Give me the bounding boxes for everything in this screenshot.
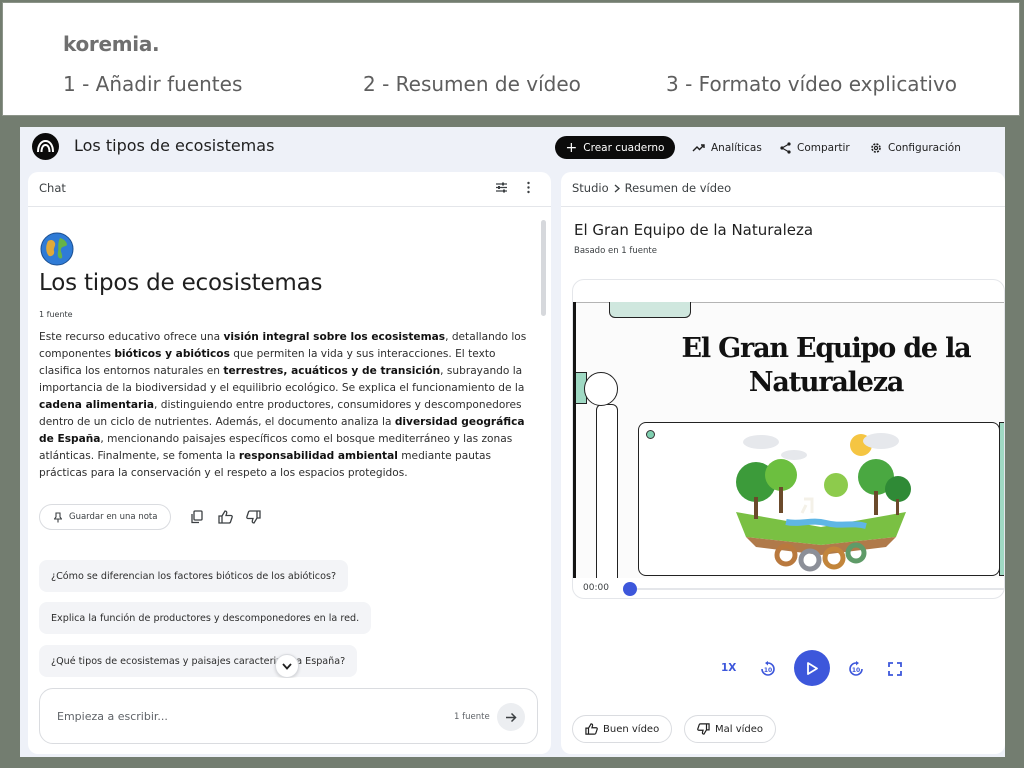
seek-track[interactable] bbox=[637, 588, 1004, 590]
studio-panel: Studio Resumen de vídeo El Gran Equipo d… bbox=[561, 172, 1005, 754]
play-icon bbox=[807, 661, 818, 675]
slide-decoration bbox=[609, 302, 691, 318]
suggested-question[interactable]: Explica la función de productores y desc… bbox=[39, 602, 372, 634]
notebook-title[interactable]: Los tipos de ecosistemas bbox=[74, 136, 274, 155]
video-timeline[interactable]: 00:00 bbox=[573, 578, 1004, 598]
thumb-down-icon[interactable] bbox=[246, 510, 261, 524]
settings-label: Configuración bbox=[888, 141, 961, 154]
slide-decoration bbox=[584, 372, 618, 406]
video-title: El Gran Equipo de la Naturaleza bbox=[574, 221, 814, 239]
create-notebook-label: Crear cuaderno bbox=[583, 141, 665, 154]
scroll-down-button[interactable] bbox=[275, 654, 299, 678]
globe-icon bbox=[40, 232, 74, 266]
brand-logo-text: koremia. bbox=[63, 32, 160, 56]
bad-video-label: Mal vídeo bbox=[715, 723, 764, 735]
summary-highlight: responsabilidad ambiental bbox=[238, 450, 398, 462]
summary-text: Este recurso educativo ofrece una bbox=[39, 331, 224, 343]
save-note-button[interactable]: Guardar en una nota bbox=[39, 504, 171, 530]
notebook-app-window: Los tipos de ecosistemas + Crear cuadern… bbox=[20, 127, 1005, 757]
create-notebook-button[interactable]: + Crear cuaderno bbox=[555, 136, 675, 159]
source-summary: Este recurso educativo ofrece una visión… bbox=[39, 329, 529, 482]
forward-10-icon[interactable]: 10 bbox=[848, 661, 864, 677]
summary-highlight: cadena alimentaria bbox=[39, 399, 154, 411]
source-count: 1 fuente bbox=[39, 310, 73, 319]
instructions-banner: koremia. 1 - Añadir fuentes 2 - Resumen … bbox=[2, 2, 1020, 116]
analytics-label: Analíticas bbox=[711, 141, 762, 154]
svg-text:10: 10 bbox=[852, 667, 860, 674]
notebooklm-logo-icon[interactable] bbox=[32, 133, 59, 160]
chat-source-title: Los tipos de ecosistemas bbox=[39, 270, 323, 296]
more-vert-icon[interactable] bbox=[526, 181, 531, 194]
good-video-button[interactable]: Buen vídeo bbox=[572, 715, 673, 743]
breadcrumb: Studio Resumen de vídeo bbox=[572, 181, 731, 195]
summary-highlight: bióticos y abióticos bbox=[114, 348, 230, 360]
share-label: Compartir bbox=[797, 141, 850, 154]
chat-scrollbar[interactable] bbox=[541, 220, 546, 316]
good-video-label: Buen vídeo bbox=[603, 723, 660, 735]
top-bar: Los tipos de ecosistemas + Crear cuadern… bbox=[20, 127, 1005, 169]
step-explainer-format: 3 - Formato vídeo explicativo bbox=[666, 72, 958, 96]
breadcrumb-studio[interactable]: Studio bbox=[572, 181, 609, 195]
slide-decoration bbox=[999, 422, 1004, 576]
share-button[interactable]: Compartir bbox=[780, 136, 850, 159]
chevron-down-icon bbox=[282, 662, 292, 670]
current-time: 00:00 bbox=[583, 583, 609, 593]
summary-highlight: terrestres, acuáticos y de transición bbox=[223, 365, 441, 377]
suggested-question[interactable]: ¿Qué tipos de ecosistemas y paisajes car… bbox=[39, 645, 358, 677]
studio-header: Studio Resumen de vídeo bbox=[561, 172, 1005, 207]
plus-icon: + bbox=[565, 139, 578, 156]
rewind-10-icon[interactable]: 10 bbox=[760, 661, 776, 677]
save-note-label: Guardar en una nota bbox=[69, 512, 158, 522]
chevron-right-icon bbox=[614, 183, 620, 193]
seek-handle[interactable] bbox=[623, 582, 637, 596]
slide-decoration bbox=[596, 404, 618, 578]
share-icon bbox=[780, 141, 791, 154]
sliders-icon[interactable] bbox=[495, 181, 508, 194]
chat-header: Chat bbox=[28, 172, 551, 207]
gear-icon bbox=[871, 142, 881, 153]
suggested-question[interactable]: ¿Cómo se diferencian los factores biótic… bbox=[39, 560, 349, 592]
summary-highlight: visión integral sobre los ecosistemas bbox=[223, 331, 446, 343]
chat-label: Chat bbox=[39, 181, 66, 195]
step-video-summary: 2 - Resumen de vídeo bbox=[363, 72, 581, 96]
thumb-up-icon bbox=[585, 723, 598, 735]
playback-speed-button[interactable]: 1X bbox=[721, 662, 736, 674]
thumb-down-icon bbox=[697, 723, 710, 735]
composer-source-count: 1 fuente bbox=[454, 712, 490, 722]
arrow-right-icon bbox=[506, 712, 517, 722]
video-player[interactable]: El Gran Equipo de la Naturaleza 00:00 bbox=[572, 279, 1005, 599]
thumb-up-icon[interactable] bbox=[218, 510, 233, 524]
trending-up-icon bbox=[692, 143, 705, 151]
settings-button[interactable]: Configuración bbox=[870, 136, 961, 159]
chat-scroll-area[interactable]: Los tipos de ecosistemas 1 fuente Este r… bbox=[28, 208, 538, 678]
composer-placeholder[interactable]: Empieza a escribir... bbox=[57, 710, 168, 723]
svg-text:10: 10 bbox=[764, 667, 772, 674]
analytics-button[interactable]: Analíticas bbox=[692, 136, 762, 159]
slide-title: El Gran Equipo de la Naturaleza bbox=[681, 333, 972, 398]
chat-composer[interactable]: Empieza a escribir... 1 fuente bbox=[39, 688, 538, 744]
pin-icon bbox=[54, 511, 62, 522]
bad-video-button[interactable]: Mal vídeo bbox=[684, 715, 777, 743]
breadcrumb-video-summary: Resumen de vídeo bbox=[624, 181, 732, 195]
step-add-sources: 1 - Añadir fuentes bbox=[63, 72, 243, 96]
send-button[interactable] bbox=[497, 703, 525, 731]
copy-icon[interactable] bbox=[190, 510, 203, 524]
ecosystem-illustration bbox=[736, 433, 911, 572]
fullscreen-icon[interactable] bbox=[888, 662, 902, 676]
video-source-basis: Basado en 1 fuente bbox=[574, 246, 657, 256]
video-controls: 1X 10 10 bbox=[561, 650, 1005, 690]
slide-decoration bbox=[646, 430, 655, 439]
play-button[interactable] bbox=[794, 650, 830, 686]
video-frame[interactable]: El Gran Equipo de la Naturaleza bbox=[573, 302, 1004, 578]
chat-panel: Chat Los tipos de ecosistemas 1 fuente E… bbox=[28, 172, 551, 754]
